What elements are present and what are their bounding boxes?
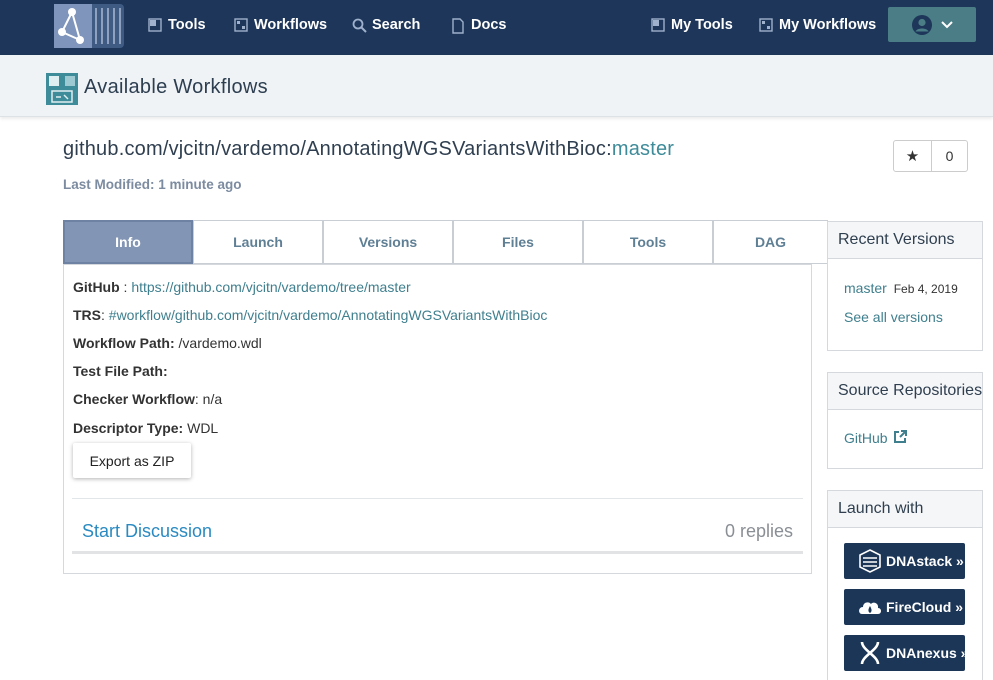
nav-docs[interactable]: Docs [451, 0, 506, 50]
replies-count: 0 replies [724, 521, 793, 541]
workflow-tabs: Info Launch Versions Files Tools DAG [63, 220, 828, 264]
workflow-icon [46, 73, 78, 105]
tools-icon [148, 18, 162, 32]
docs-icon [451, 18, 465, 34]
user-menu-button[interactable] [888, 7, 976, 42]
github-repo-label: GitHub [844, 430, 888, 446]
trs-link[interactable]: #workflow/github.com/vjcitn/vardemo/Anno… [109, 307, 548, 323]
star-count[interactable]: 0 [932, 141, 967, 171]
workflow-path-title: github.com/vjcitn/vardemo/AnnotatingWGSV… [63, 138, 674, 161]
launch-dnastack-button[interactable]: DNAstack » [844, 543, 965, 579]
dnastack-icon [858, 549, 882, 573]
nav-search[interactable]: Search [352, 0, 420, 50]
tab-launch[interactable]: Launch [193, 220, 323, 264]
trs-label: TRS [73, 307, 101, 323]
info-workflow-path-row: Workflow Path: /vardemo.wdl [73, 335, 262, 351]
workflow-path: github.com/vjcitn/vardemo/AnnotatingWGSV… [63, 138, 612, 160]
page-subheader: Available Workflows [0, 55, 993, 117]
trs-sep: : [101, 307, 109, 323]
info-checker-row: Checker Workflow: n/a [73, 391, 222, 407]
nav-workflows-label: Workflows [254, 17, 328, 33]
nav-my-tools[interactable]: My Tools [651, 0, 733, 50]
nav-tools-label: Tools [168, 17, 206, 33]
launch-with-title: Launch with [828, 491, 982, 528]
recent-version-row: master Feb 4, 2019 [844, 280, 966, 296]
user-avatar-icon [912, 14, 932, 35]
last-modified: Last Modified: 1 minute ago [63, 177, 242, 192]
info-github-row: GitHub : https://github.com/vjcitn/varde… [73, 279, 411, 295]
version-link-master[interactable]: master [844, 280, 887, 296]
checker-label: Checker Workflow [73, 391, 195, 407]
recent-versions-panel: Recent Versions master Feb 4, 2019 See a… [827, 221, 983, 351]
firecloud-icon [858, 595, 882, 619]
github-repo-link[interactable]: GitHub [844, 430, 908, 446]
star-button[interactable]: ★ [894, 141, 932, 171]
tab-files[interactable]: Files [453, 220, 583, 264]
descriptor-label: Descriptor Type: [73, 420, 184, 436]
chevron-down-icon [941, 20, 953, 28]
tab-tools[interactable]: Tools [583, 220, 713, 264]
workflow-path-label: Workflow Path: [73, 335, 175, 351]
nav-my-tools-label: My Tools [671, 17, 733, 33]
descriptor-value: WDL [183, 420, 219, 436]
tab-versions[interactable]: Versions [323, 220, 453, 264]
version-date: Feb 4, 2019 [893, 282, 958, 296]
nav-tools[interactable]: Tools [148, 0, 206, 50]
launch-dnanexus-button[interactable]: DNAnexus » [844, 635, 965, 671]
star-icon: ★ [905, 148, 920, 165]
github-link[interactable]: https://github.com/vjcitn/vardemo/tree/m… [131, 279, 410, 295]
start-discussion-link[interactable]: Start Discussion [82, 521, 212, 542]
nav-my-workflows[interactable]: My Workflows [759, 0, 876, 50]
recent-versions-title: Recent Versions [828, 222, 982, 259]
firecloud-label: FireCloud » [886, 599, 964, 615]
workflows-icon [234, 18, 248, 32]
launch-with-panel: Launch with DNAstack » FireCloud » DNAne… [827, 490, 983, 680]
nav-docs-label: Docs [471, 17, 507, 33]
star-widget: ★ 0 [893, 140, 968, 172]
discussion-bar: Start Discussion 0 replies [72, 514, 803, 554]
nav-search-label: Search [372, 17, 421, 33]
info-trs-row: TRS: #workflow/github.com/vjcitn/vardemo… [73, 307, 547, 323]
info-test-file-row: Test File Path: [73, 363, 168, 379]
page-title: Available Workflows [84, 76, 268, 98]
see-all-versions-link[interactable]: See all versions [844, 309, 943, 325]
workflow-branch[interactable]: master [612, 138, 674, 160]
dnastack-label: DNAstack » [886, 553, 964, 569]
info-panel: GitHub : https://github.com/vjcitn/varde… [63, 264, 812, 574]
search-icon [352, 18, 367, 33]
workflow-path-value: /vardemo.wdl [174, 335, 262, 351]
test-file-label: Test File Path: [73, 363, 168, 379]
source-repositories-panel: Source Repositories GitHub [827, 372, 983, 469]
github-sep: : [119, 279, 132, 295]
info-descriptor-row: Descriptor Type: WDL [73, 420, 218, 436]
checker-value: : n/a [194, 391, 223, 407]
source-repositories-title: Source Repositories [828, 373, 982, 410]
divider [72, 498, 803, 499]
external-link-icon [894, 430, 908, 443]
tab-info[interactable]: Info [63, 220, 193, 264]
nav-my-workflows-label: My Workflows [779, 17, 877, 33]
dnanexus-label: DNAnexus » [886, 645, 965, 661]
dnanexus-icon [858, 641, 882, 665]
my-tools-icon [651, 18, 665, 32]
tab-dag[interactable]: DAG [713, 220, 828, 264]
export-zip-button[interactable]: Export as ZIP [73, 443, 191, 478]
launch-firecloud-button[interactable]: FireCloud » [844, 589, 965, 625]
github-label: GitHub [73, 279, 120, 295]
my-workflows-icon [759, 18, 773, 32]
dockstore-logo[interactable] [52, 2, 126, 50]
nav-workflows[interactable]: Workflows [234, 0, 327, 50]
top-navbar: Tools Workflows Search Docs My Tools My … [0, 0, 993, 55]
